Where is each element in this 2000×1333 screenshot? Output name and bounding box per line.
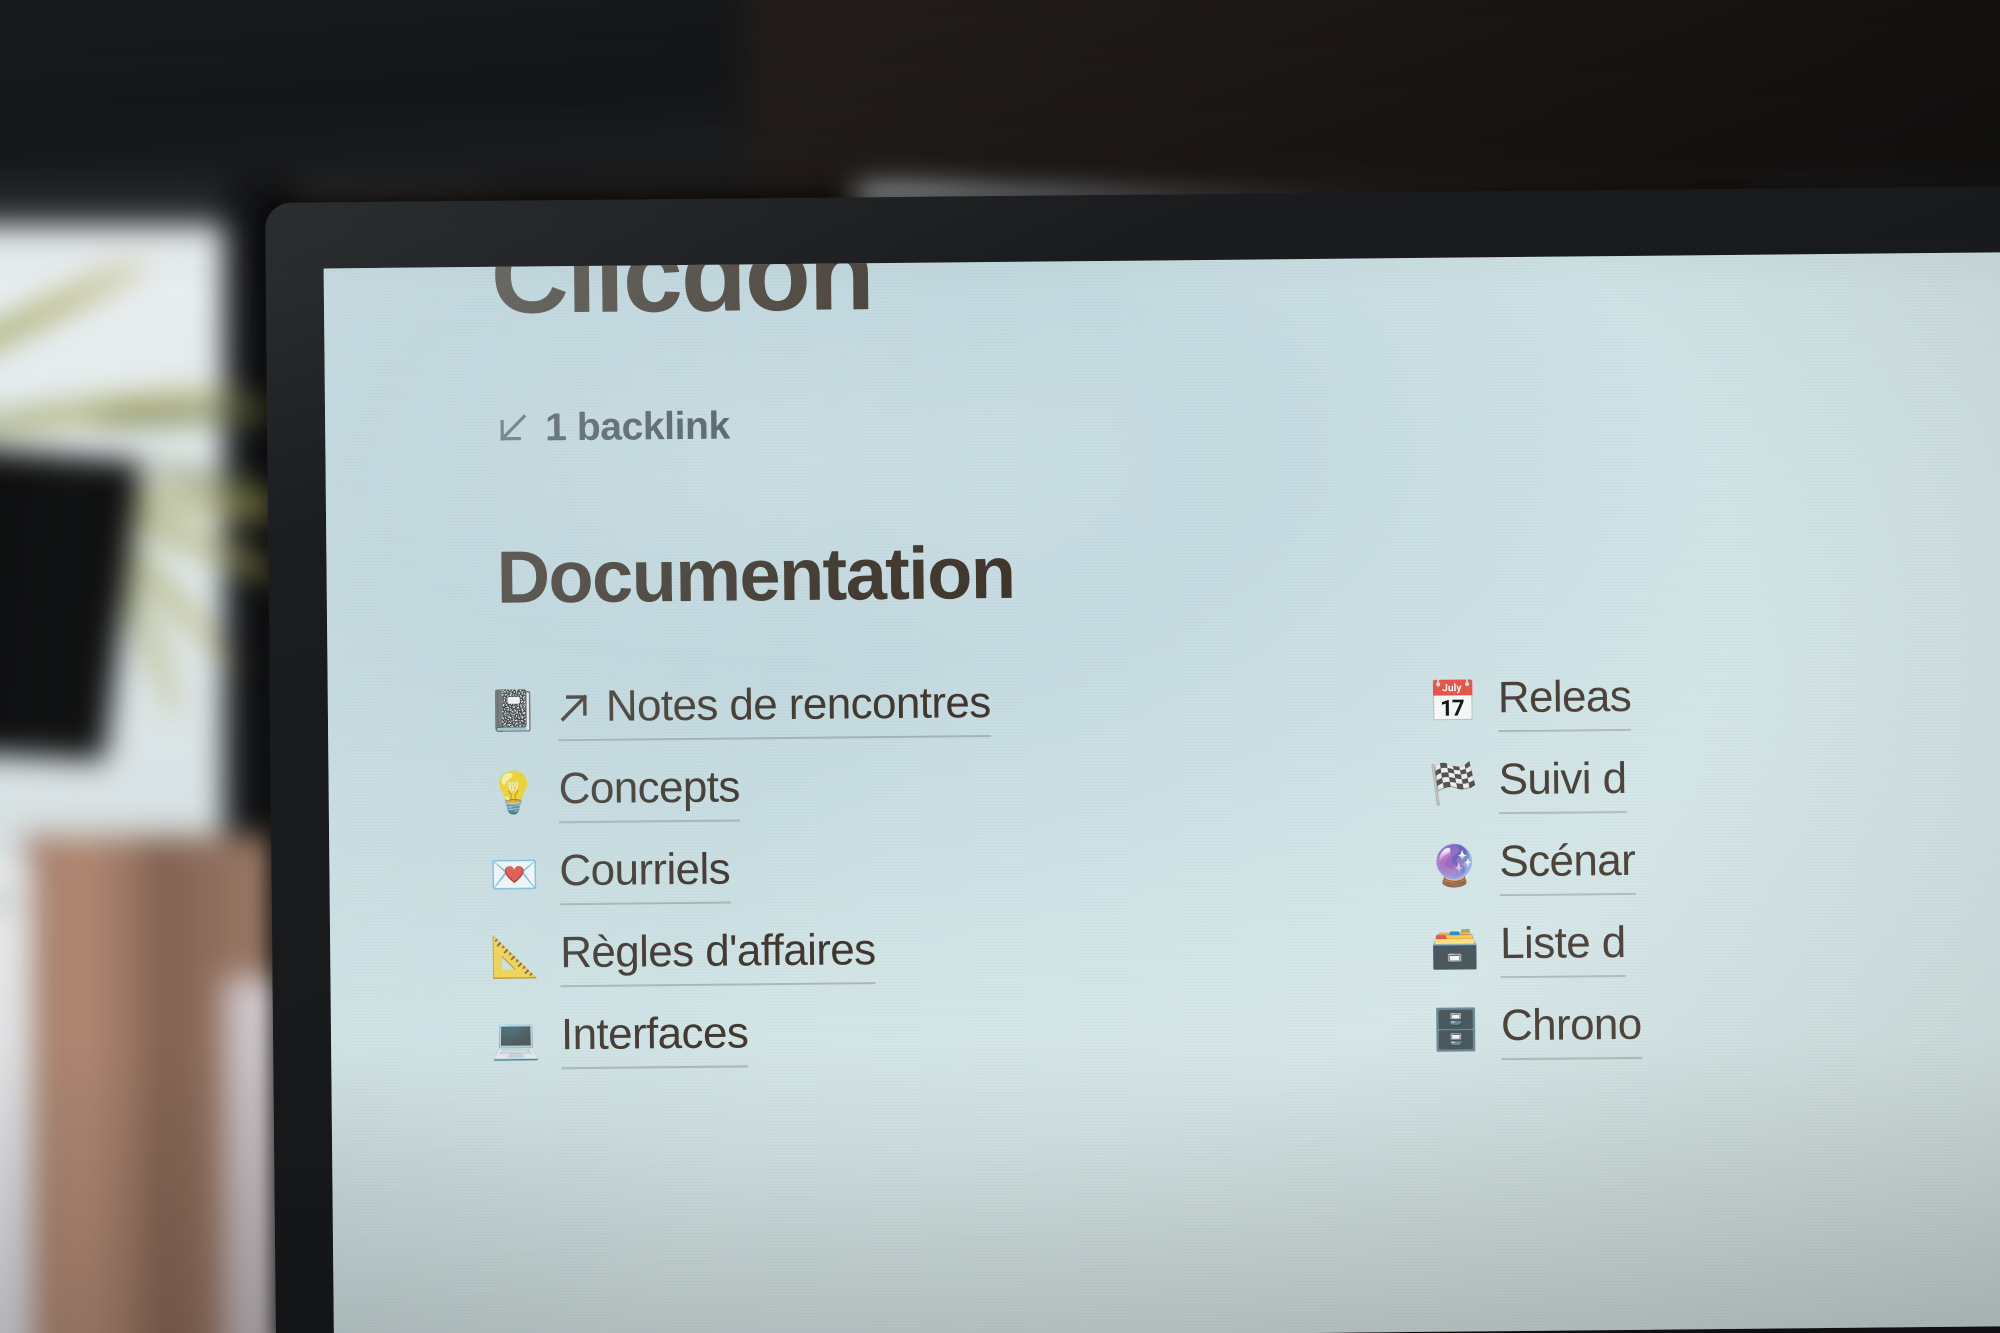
link-label: Concepts [558,761,740,813]
link-row[interactable]: 🗃️ Liste d [1430,901,2000,990]
left-link-column: 📓 Notes de rencontres 💡 Concepts 💌 Courriels 📐… [488,664,1212,1081]
shelf [0,762,280,840]
app-page: Clicdoh 1 backlink Documentation 📓 Notes… [324,252,2000,1333]
link-body[interactable]: Règles d'affaires [559,924,876,987]
link-body[interactable]: Chrono [1500,999,1642,1060]
crystal-ball-icon: 🔮 [1429,844,1480,889]
link-label: Scénar [1499,835,1636,886]
link-row[interactable]: 📓 Notes de rencontres [488,664,1209,753]
binder [0,858,34,1333]
link-body[interactable]: Interfaces [560,1007,749,1069]
triangular-ruler-icon: 📐 [490,935,541,980]
link-row[interactable]: 💌 Courriels [489,828,1210,917]
binder-label [0,892,21,908]
link-label: Notes de rencontres [605,677,991,731]
link-label: Liste d [1499,917,1626,968]
link-body[interactable]: Releas [1497,671,1632,732]
link-body[interactable]: Notes de rencontres [557,677,991,741]
calendar-icon: 📅 [1427,680,1478,725]
right-link-column: 📅 Releas 🏁 Suivi d 🔮 Scénar 🗃️ Liste d 🗄️ Chrono [1427,655,2000,1072]
section-heading: Documentation [496,530,1015,619]
arrow-down-left-icon [495,411,529,445]
shelf-panel [24,835,163,1333]
link-body[interactable]: Concepts [558,761,741,823]
link-row[interactable]: 📅 Releas [1427,655,2000,744]
link-body[interactable]: Liste d [1499,917,1626,978]
link-label: Suivi d [1498,753,1627,804]
arrow-up-right-icon [558,689,592,723]
light-bulb-icon: 💡 [488,771,539,816]
backlink-indicator[interactable]: 1 backlink [495,405,730,451]
laptop-icon: 💻 [490,1017,542,1062]
link-body[interactable]: Courriels [559,844,731,905]
link-row[interactable]: 💡 Concepts [488,746,1209,835]
link-columns: 📓 Notes de rencontres 💡 Concepts 💌 Courriels 📐… [328,656,2000,1069]
ceiling-shadow [745,0,2000,188]
backlink-label: 1 backlink [544,404,730,450]
monitor: Clicdoh 1 backlink Documentation 📓 Notes… [265,186,2000,1333]
chequered-flag-icon: 🏁 [1428,762,1479,807]
card-file-box-icon: 🗃️ [1430,926,1481,971]
link-row[interactable]: 🏁 Suivi d [1428,737,2000,826]
link-label: Courriels [559,844,731,895]
file-cabinet-icon: 🗄️ [1430,1008,1482,1053]
love-letter-icon: 💌 [489,853,540,898]
notebook-icon: 📓 [487,689,538,734]
link-row[interactable]: 📐 Règles d'affaires [490,910,1211,999]
link-row[interactable]: 💻 Interfaces [491,992,1212,1081]
link-body[interactable]: Scénar [1499,835,1636,896]
link-label: Chrono [1500,999,1642,1050]
photo-scene: Clicdoh 1 backlink Documentation 📓 Notes… [0,0,2000,1333]
link-row[interactable]: 🔮 Scénar [1429,819,2000,908]
link-label: Règles d'affaires [559,924,876,977]
link-label: Releas [1497,671,1632,722]
link-row[interactable]: 🗄️ Chrono [1431,983,2000,1072]
monitor-screen: Clicdoh 1 backlink Documentation 📓 Notes… [323,252,2000,1333]
link-label: Interfaces [560,1007,749,1059]
link-body[interactable]: Suivi d [1498,753,1627,814]
